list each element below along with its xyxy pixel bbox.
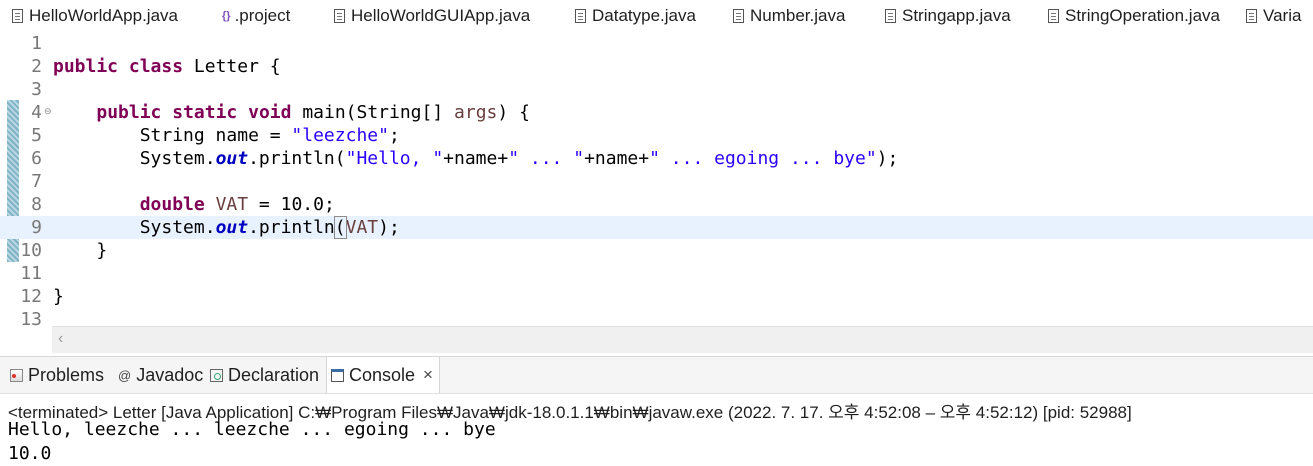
code-text: String name = "leezche"; (139, 125, 400, 146)
code-text: System.out.println(VAT); (139, 216, 400, 239)
horizontal-scrollbar[interactable]: ‹ (52, 326, 1313, 353)
tab-label: Datatype.java (592, 6, 696, 25)
line-number: 13 (20, 309, 42, 330)
tab-datatype[interactable]: Datatype.java (575, 0, 696, 32)
tab-label: Console (349, 364, 416, 385)
tab-label: HelloWorldGUIApp.java (351, 6, 531, 25)
code-text: public class Letter { (53, 56, 281, 77)
line-number: 2 (31, 56, 42, 77)
console-output-line: Hello, leezche ... leezche ... egoing ..… (8, 419, 496, 440)
tab-label: Stringapp.java (902, 6, 1011, 25)
line-number: 9 (31, 217, 42, 238)
code-line[interactable]: 4 ⊖ public static void main(String[] arg… (0, 101, 1313, 124)
tab-stringoperation[interactable]: StringOperation.java (1048, 0, 1220, 32)
code-text: public static void main(String[] args) { (96, 102, 530, 123)
tab-label: Number.java (750, 6, 846, 25)
panel-tab-bar: Problems @ Javadoc Declaration Console × (0, 357, 1313, 394)
java-file-icon (1048, 9, 1059, 23)
line-number: 3 (31, 79, 42, 100)
line-number: 4 (31, 102, 42, 123)
fold-collapse-icon[interactable]: ⊖ (44, 107, 52, 117)
line-number: 11 (20, 263, 42, 284)
tab-project[interactable]: {} .project (222, 0, 290, 32)
line-number: 6 (31, 148, 42, 169)
java-file-icon (575, 9, 586, 23)
tab-label: .project (234, 6, 291, 25)
line-number: 10 (20, 240, 42, 261)
line-number: 12 (20, 286, 42, 307)
java-file-icon (1246, 9, 1257, 23)
code-line-current[interactable]: 9 System.out.println(VAT); (0, 216, 1313, 239)
code-text: } (53, 286, 64, 307)
tab-javadoc[interactable]: @ Javadoc (118, 357, 203, 393)
console-output-line: 10.0 (8, 443, 52, 464)
code-line[interactable]: 10 } (0, 239, 1313, 262)
java-file-icon (334, 9, 345, 23)
code-line[interactable]: 11 (0, 262, 1313, 285)
code-text: double VAT = 10.0; (139, 194, 335, 215)
code-line[interactable]: 8 double VAT = 10.0; (0, 193, 1313, 216)
code-line[interactable]: 2 public class Letter { (0, 55, 1313, 78)
tab-helloworldapp[interactable]: HelloWorldApp.java (12, 0, 178, 32)
line-number: 5 (31, 125, 42, 146)
tab-label: Javadoc (136, 364, 204, 385)
tab-label: StringOperation.java (1065, 6, 1220, 25)
code-line[interactable]: 1 (0, 32, 1313, 55)
xml-file-icon: {} (222, 10, 231, 22)
tab-declaration[interactable]: Declaration (210, 357, 319, 393)
line-number: 1 (31, 33, 42, 54)
tab-stringapp[interactable]: Stringapp.java (885, 0, 1011, 32)
tab-label: Problems (28, 364, 105, 385)
tab-helloworldguiapp[interactable]: HelloWorldGUIApp.java (334, 0, 530, 32)
tab-label: HelloWorldApp.java (29, 6, 178, 25)
console-icon (331, 368, 344, 382)
close-icon[interactable]: × (423, 365, 433, 385)
editor-tab-bar: HelloWorldApp.java {} .project HelloWorl… (0, 0, 1313, 33)
code-line[interactable]: 5 String name = "leezche"; (0, 124, 1313, 147)
bottom-panel: Problems @ Javadoc Declaration Console ×… (0, 356, 1313, 466)
code-text: } (96, 240, 108, 261)
code-editor[interactable]: 1 2 public class Letter { 3 4 ⊖ public s… (0, 32, 1313, 330)
java-file-icon (733, 9, 744, 23)
tab-number[interactable]: Number.java (733, 0, 845, 32)
declaration-icon (210, 368, 223, 382)
javadoc-icon: @ (118, 367, 132, 383)
code-line[interactable]: 7 (0, 170, 1313, 193)
tab-console[interactable]: Console × (326, 357, 440, 393)
code-line[interactable]: 3 (0, 78, 1313, 101)
tab-label: Declaration (228, 364, 320, 385)
code-line[interactable]: 12 } (0, 285, 1313, 308)
java-file-icon (12, 9, 23, 23)
code-text: System.out.println("Hello, "+name+" ... … (139, 148, 899, 169)
code-line[interactable]: 6 System.out.println("Hello, "+name+" ..… (0, 147, 1313, 170)
code-line[interactable]: 13 (0, 308, 1313, 330)
matching-bracket: ( (333, 216, 347, 239)
tab-varia[interactable]: Varia (1246, 0, 1301, 32)
tab-label: Varia (1263, 6, 1302, 25)
problems-icon (10, 368, 23, 382)
line-number: 7 (31, 171, 42, 192)
tab-problems[interactable]: Problems (10, 357, 104, 393)
scroll-left-icon[interactable]: ‹ (58, 330, 63, 348)
java-file-icon (885, 9, 896, 23)
line-number: 8 (31, 194, 42, 215)
